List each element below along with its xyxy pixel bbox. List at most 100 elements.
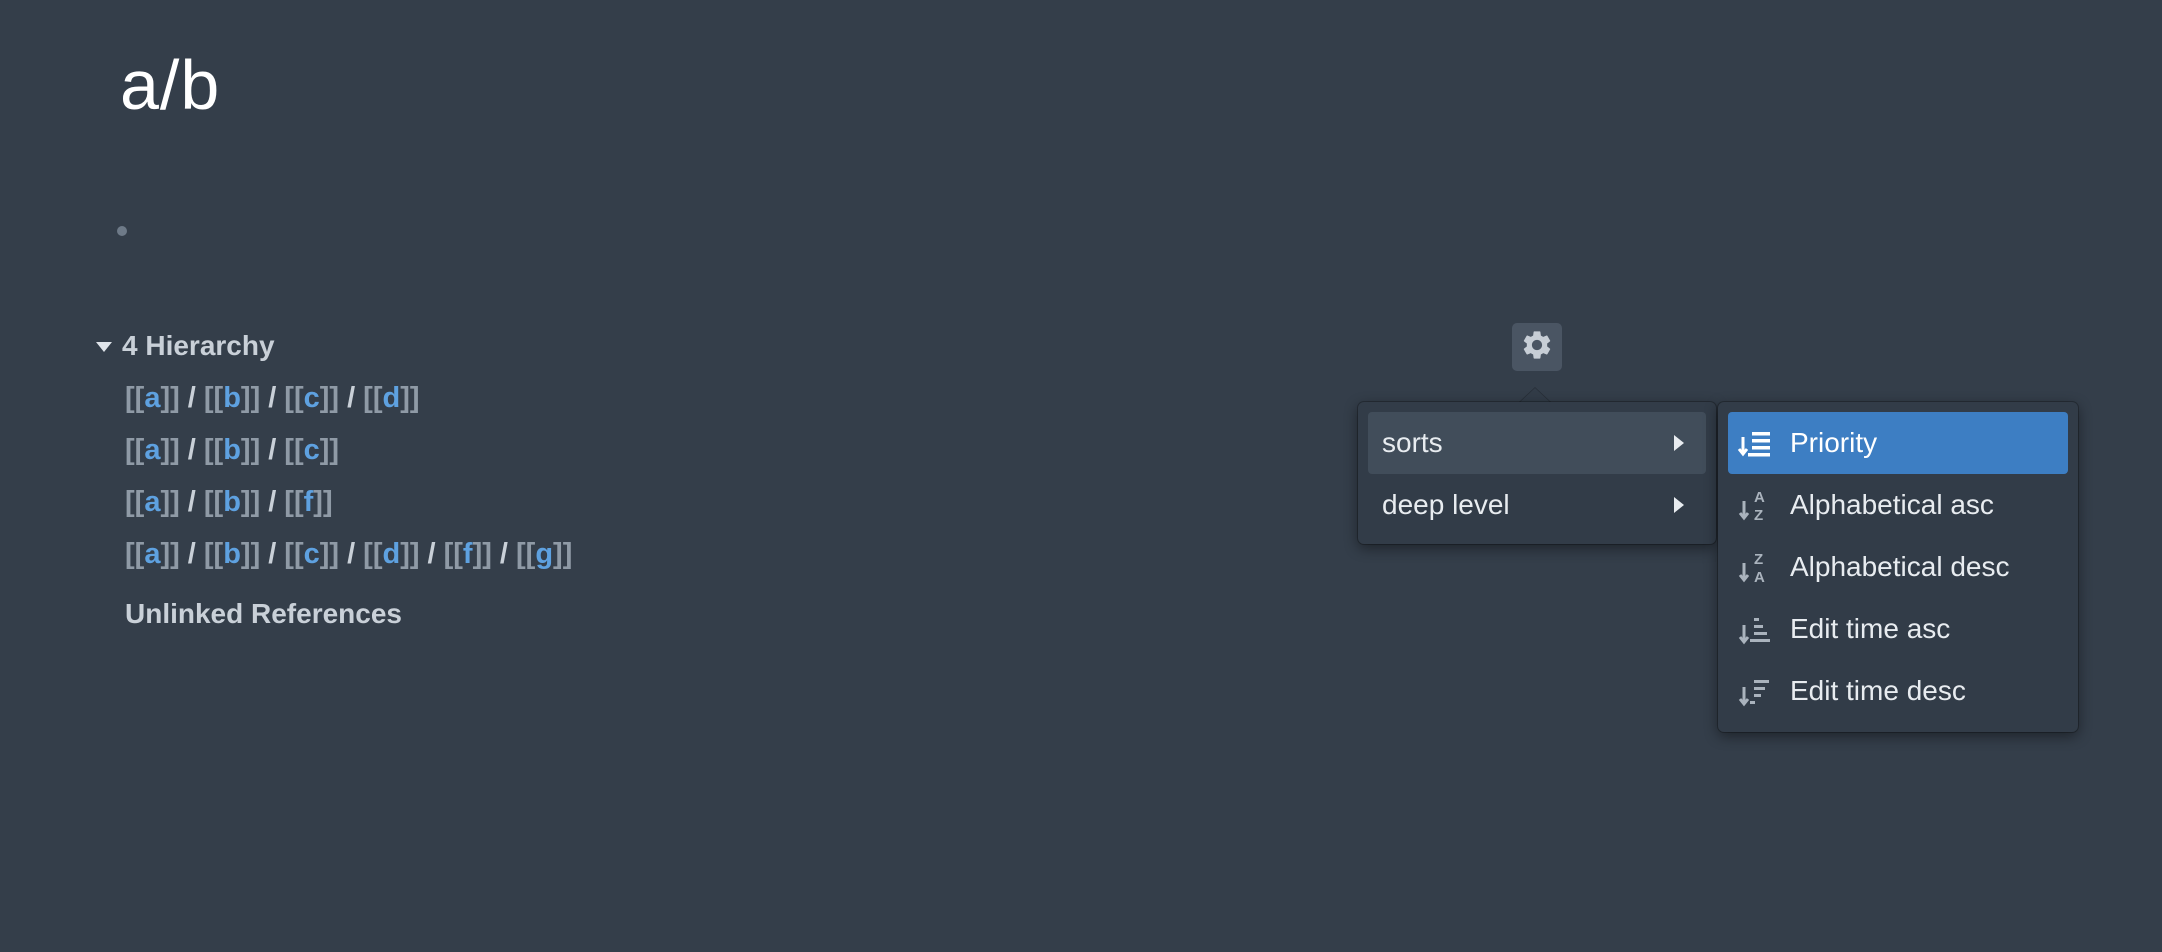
hierarchy-toggle[interactable]: 4 Hierarchy xyxy=(96,330,275,362)
path-separator: / xyxy=(187,382,196,414)
chevron-right-icon xyxy=(1674,497,1684,513)
link-bracket-close: ]] xyxy=(160,538,180,570)
chevron-right-icon xyxy=(1674,435,1684,451)
link-bracket-open: [[ xyxy=(203,382,224,414)
link-bracket-close: ]] xyxy=(240,486,261,518)
caret-down-icon[interactable] xyxy=(96,342,112,352)
link-bracket-close: ]] xyxy=(240,434,261,466)
link-bracket-open: [[ xyxy=(125,538,145,570)
page-title[interactable]: a/b xyxy=(120,50,220,120)
page-ref-link[interactable]: b xyxy=(223,486,241,518)
link-bracket-close: ]] xyxy=(553,538,573,570)
hierarchy-row: [[a]] / [[b]] / [[f]] xyxy=(125,482,572,534)
page-ref-link[interactable]: b xyxy=(223,538,241,570)
link-bracket-open: [[ xyxy=(363,382,383,414)
page-ref-link[interactable]: b xyxy=(223,382,241,414)
link-bracket-open: [[ xyxy=(515,538,536,570)
page-ref-link[interactable]: a xyxy=(144,382,160,414)
svg-text:Z: Z xyxy=(1754,551,1763,568)
hierarchy-title: 4 Hierarchy xyxy=(122,330,275,361)
link-bracket-open: [[ xyxy=(125,434,145,466)
gear-icon xyxy=(1520,328,1554,367)
sort-option-priority[interactable]: Priority xyxy=(1728,412,2068,474)
link-bracket-open: [[ xyxy=(125,382,145,414)
page-ref-link[interactable]: a xyxy=(144,538,160,570)
page-ref-link[interactable]: d xyxy=(382,538,400,570)
menu-item-label: sorts xyxy=(1382,427,1443,458)
page-ref-link[interactable]: f xyxy=(463,538,473,570)
page-ref-link[interactable]: d xyxy=(382,382,400,414)
page-ref-link[interactable]: c xyxy=(304,382,320,414)
hierarchy-row: [[a]] / [[b]] / [[c]] / [[d]] xyxy=(125,378,572,430)
path-separator: / xyxy=(347,538,356,570)
path-separator: / xyxy=(427,538,436,570)
path-separator: / xyxy=(187,434,196,466)
link-bracket-close: ]] xyxy=(319,382,340,414)
link-bracket-close: ]] xyxy=(240,538,261,570)
path-separator: / xyxy=(499,538,508,570)
page-ref-link[interactable]: c xyxy=(304,434,320,466)
sort-option-label: Priority xyxy=(1790,427,1878,458)
menu-item-deep-level[interactable]: deep level xyxy=(1368,474,1706,536)
hierarchy-row: [[a]] / [[b]] / [[c]] xyxy=(125,430,572,482)
link-bracket-open: [[ xyxy=(203,434,224,466)
menu-item-label: deep level xyxy=(1382,489,1510,520)
sort-time-desc-icon xyxy=(1736,671,1776,711)
link-bracket-open: [[ xyxy=(443,538,463,570)
sort-alpha-asc-icon: A Z xyxy=(1736,485,1776,525)
svg-text:A: A xyxy=(1754,569,1765,586)
page-ref-link[interactable]: a xyxy=(144,434,160,466)
link-bracket-close: ]] xyxy=(160,382,180,414)
sort-option-edit-time-desc[interactable]: Edit time desc xyxy=(1728,660,2068,722)
path-separator: / xyxy=(268,486,277,518)
path-separator: / xyxy=(347,382,356,414)
sort-option-label: Edit time asc xyxy=(1790,613,1951,644)
page: a/b 4 Hierarchy [[a]] / [[b]] / [[c]] / [[d]][… xyxy=(0,0,2162,952)
sort-priority-icon xyxy=(1736,423,1776,463)
link-bracket-close: ]] xyxy=(160,434,180,466)
settings-button[interactable] xyxy=(1512,323,1562,371)
link-bracket-close: ]] xyxy=(400,538,420,570)
link-bracket-open: [[ xyxy=(125,486,145,518)
hierarchy-row: [[a]] / [[b]] / [[c]] / [[d]] / [[f]] / [[g]] xyxy=(125,534,572,586)
link-bracket-close: ]] xyxy=(319,434,340,466)
path-separator: / xyxy=(268,538,277,570)
link-bracket-close: ]] xyxy=(313,486,333,518)
empty-block-bullet[interactable] xyxy=(117,226,127,236)
svg-text:A: A xyxy=(1754,489,1765,506)
link-bracket-close: ]] xyxy=(400,382,420,414)
link-bracket-open: [[ xyxy=(284,382,304,414)
sort-option-label: Alphabetical desc xyxy=(1790,551,2010,582)
sort-option-label: Alphabetical asc xyxy=(1790,489,1994,520)
path-separator: / xyxy=(268,434,277,466)
page-ref-link[interactable]: c xyxy=(304,538,320,570)
sort-time-asc-icon xyxy=(1736,609,1776,649)
page-ref-link[interactable]: a xyxy=(144,486,160,518)
link-bracket-open: [[ xyxy=(284,486,304,518)
link-bracket-open: [[ xyxy=(284,434,304,466)
link-bracket-close: ]] xyxy=(472,538,492,570)
sort-alpha-desc-icon: Z A xyxy=(1736,547,1776,587)
sort-option-edit-time-asc[interactable]: Edit time asc xyxy=(1728,598,2068,660)
sorts-submenu: Priority A Z Alphabetical asc Z A Alphab… xyxy=(1718,402,2078,732)
link-bracket-open: [[ xyxy=(284,538,304,570)
sort-option-alphabetical-asc[interactable]: A Z Alphabetical asc xyxy=(1728,474,2068,536)
page-ref-link[interactable]: f xyxy=(304,486,314,518)
link-bracket-open: [[ xyxy=(363,538,383,570)
hierarchy-list: [[a]] / [[b]] / [[c]] / [[d]] [[a]] / [[b]] / [[c]]… xyxy=(125,378,572,586)
link-bracket-open: [[ xyxy=(203,486,224,518)
sort-option-alphabetical-desc[interactable]: Z A Alphabetical desc xyxy=(1728,536,2068,598)
settings-menu: sorts deep level xyxy=(1358,402,1716,544)
svg-text:Z: Z xyxy=(1754,507,1763,524)
unlinked-references-toggle[interactable]: Unlinked References xyxy=(125,598,402,630)
link-bracket-close: ]] xyxy=(160,486,180,518)
menu-item-sorts[interactable]: sorts xyxy=(1368,412,1706,474)
path-separator: / xyxy=(187,538,196,570)
link-bracket-open: [[ xyxy=(203,538,224,570)
link-bracket-close: ]] xyxy=(240,382,261,414)
menu-pointer xyxy=(1519,388,1551,403)
sort-option-label: Edit time desc xyxy=(1790,675,1966,706)
page-ref-link[interactable]: b xyxy=(223,434,241,466)
path-separator: / xyxy=(268,382,277,414)
page-ref-link[interactable]: g xyxy=(535,538,553,570)
